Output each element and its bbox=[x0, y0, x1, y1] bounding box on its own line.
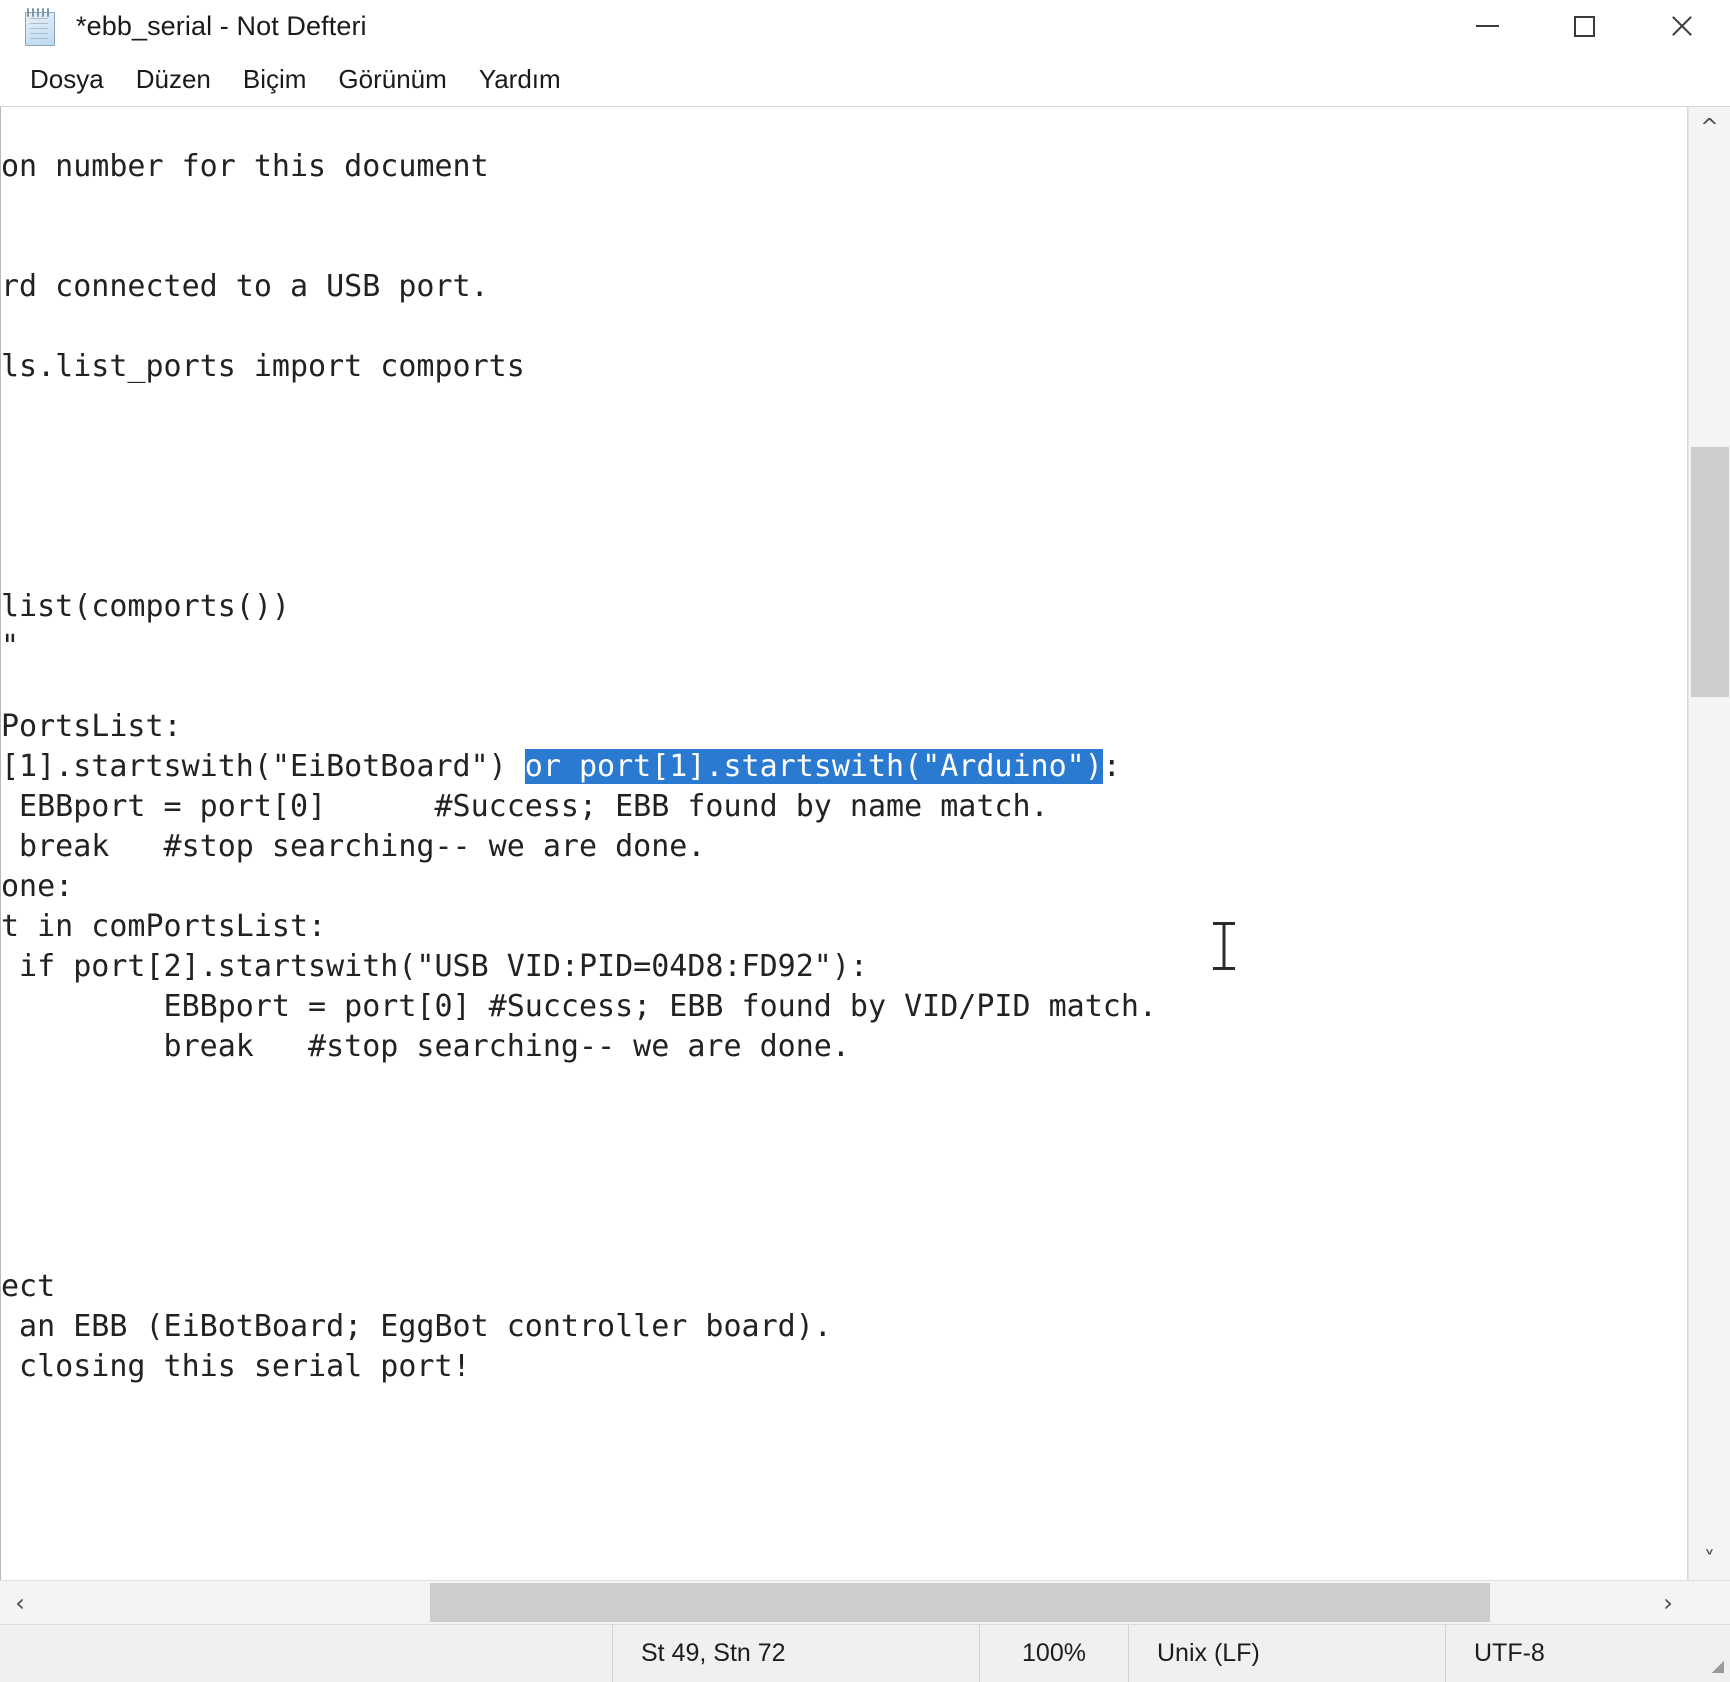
menu-item-bicim[interactable]: Biçim bbox=[227, 60, 323, 99]
resize-grip-icon[interactable]: ◢ bbox=[1694, 1625, 1730, 1682]
vertical-scrollbar[interactable]: ^ ˅ bbox=[1688, 107, 1730, 1580]
minimize-button[interactable] bbox=[1439, 0, 1536, 52]
menu-item-yardim[interactable]: Yardım bbox=[463, 60, 577, 99]
status-encoding[interactable]: UTF-8 bbox=[1446, 1625, 1573, 1682]
selected-text[interactable]: or port[1].startswith("Arduino") bbox=[524, 749, 1103, 784]
chevron-right-icon[interactable]: › bbox=[1648, 1581, 1688, 1624]
title-bar-left: *ebb_serial - Not Defteri bbox=[0, 6, 1439, 46]
editor-text[interactable]: on number for this document rd connected… bbox=[1, 107, 1157, 1387]
minimize-icon bbox=[1476, 25, 1499, 27]
notepad-icon bbox=[22, 6, 58, 46]
maximize-icon bbox=[1574, 15, 1595, 37]
scrollbar-corner bbox=[1688, 1581, 1730, 1624]
text-editor[interactable]: on number for this document rd connected… bbox=[0, 107, 1688, 1580]
editor-area: on number for this document rd connected… bbox=[0, 106, 1730, 1624]
status-zoom-level[interactable]: 100% bbox=[980, 1625, 1129, 1682]
menu-item-dosya[interactable]: Dosya bbox=[14, 60, 120, 99]
text-before-selection: on number for this document rd connected… bbox=[1, 149, 525, 784]
text-after-selection: : EBBport = port[0] #Success; EBB found … bbox=[1, 749, 1157, 1384]
close-button[interactable] bbox=[1633, 0, 1730, 52]
status-line-ending[interactable]: Unix (LF) bbox=[1129, 1625, 1446, 1682]
menu-item-gorunum[interactable]: Görünüm bbox=[322, 60, 462, 99]
vertical-scrollbar-thumb[interactable] bbox=[1691, 447, 1729, 697]
editor-row: on number for this document rd connected… bbox=[0, 107, 1730, 1580]
horizontal-scrollbar[interactable]: ‹ › bbox=[0, 1580, 1730, 1624]
horizontal-scrollbar-thumb[interactable] bbox=[430, 1583, 1490, 1622]
text-ibeam-cursor bbox=[1213, 922, 1235, 970]
menu-item-duzen[interactable]: Düzen bbox=[120, 60, 227, 99]
status-spacer bbox=[0, 1625, 613, 1682]
chevron-up-icon[interactable]: ^ bbox=[1689, 107, 1730, 147]
window-title: *ebb_serial - Not Defteri bbox=[76, 10, 367, 41]
window-controls bbox=[1439, 0, 1730, 52]
status-cursor-position: St 49, Stn 72 bbox=[613, 1625, 980, 1682]
notepad-window: *ebb_serial - Not Defteri Dosya Düzen Bi… bbox=[0, 0, 1730, 1682]
chevron-down-icon[interactable]: ˅ bbox=[1689, 1540, 1730, 1580]
close-icon bbox=[1669, 13, 1695, 39]
maximize-button[interactable] bbox=[1536, 0, 1633, 52]
status-bar: St 49, Stn 72 100% Unix (LF) UTF-8 ◢ bbox=[0, 1624, 1730, 1682]
chevron-left-icon[interactable]: ‹ bbox=[0, 1581, 40, 1624]
menu-bar: Dosya Düzen Biçim Görünüm Yardım bbox=[0, 52, 1730, 106]
title-bar[interactable]: *ebb_serial - Not Defteri bbox=[0, 0, 1730, 52]
